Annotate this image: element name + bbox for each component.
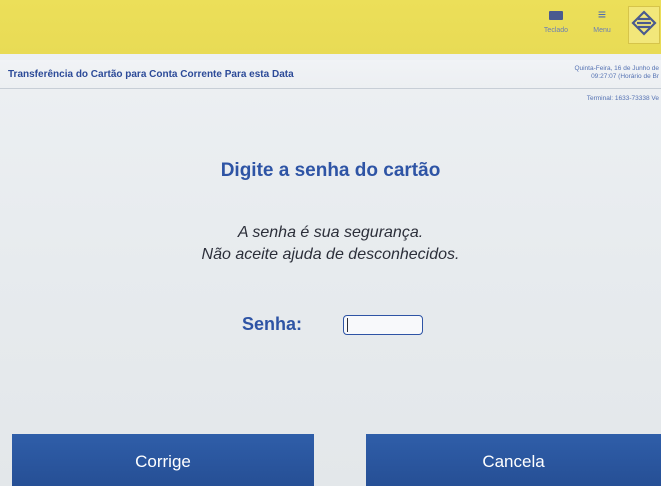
- password-input[interactable]: [343, 315, 423, 335]
- correct-button[interactable]: Corrige: [12, 434, 314, 486]
- keyboard-label: Teclado: [543, 27, 569, 34]
- terminal-id: Terminal: 1633-73338 Ve: [586, 95, 659, 102]
- atm-screen: Teclado ≡ Menu Transferência do Cartão p…: [0, 0, 661, 486]
- keyboard-icon: [534, 6, 578, 26]
- header-row: Transferência do Cartão para Conta Corre…: [0, 60, 661, 89]
- cancel-button[interactable]: Cancela: [366, 434, 661, 486]
- security-message-line1: A senha é sua segurança.: [237, 224, 424, 241]
- security-message-line2: Não aceite ajuda de desconhecidos.: [201, 246, 460, 263]
- date-time-display: Quinta-Feira, 16 de Junho de 09:27:07 (H…: [547, 65, 659, 81]
- date-line: Quinta-Feira, 16 de Junho de: [574, 65, 659, 72]
- time-line: 09:27:07 (Horário de Br: [591, 73, 659, 80]
- bank-logo-icon: [628, 6, 660, 44]
- password-label: Senha:: [242, 314, 303, 334]
- menu-icon: ≡: [597, 6, 607, 22]
- keyboard-button[interactable]: Teclado: [534, 6, 578, 46]
- menu-label: Menu: [593, 27, 611, 34]
- top-bar: Teclado ≡ Menu: [0, 0, 661, 54]
- menu-button[interactable]: ≡ Menu: [580, 6, 624, 46]
- text-caret: [347, 318, 348, 332]
- transaction-title: Transferência do Cartão para Conta Corre…: [8, 69, 294, 80]
- page-title: Digite a senha do cartão: [220, 160, 441, 181]
